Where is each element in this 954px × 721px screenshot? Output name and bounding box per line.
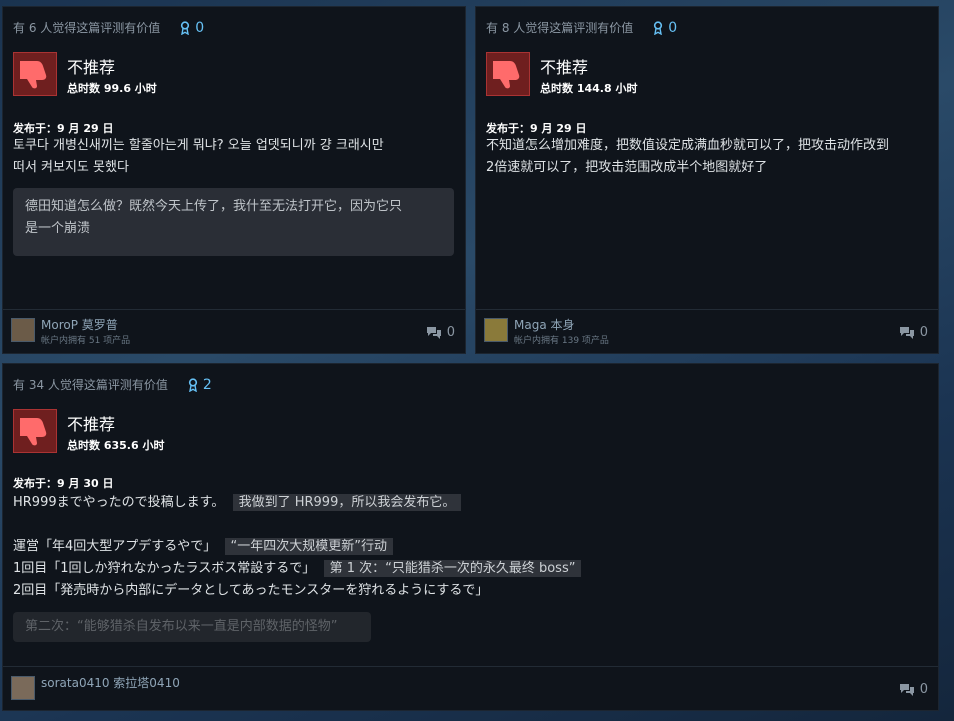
helpful-text: 有 34 人觉得这篇评测有价值 (13, 378, 168, 392)
original-text: 1回目「1回しか狩れなかったラスボス常設するで」 (13, 561, 316, 576)
review-body: 不知道怎么增加难度，把数值设定成满血秒就可以了，把攻击动作改到 2倍速就可以了，… (486, 135, 889, 179)
hours-played: 总时数 635.6 小时 (67, 439, 165, 452)
translation-box: 德田知道怎么做？既然今天上传了，我什至无法打开它，因为它只 是一个崩溃 (13, 188, 454, 256)
verdict[interactable]: 不推荐 总时数 144.8 小时 (486, 52, 637, 96)
comment-icon (899, 683, 914, 696)
comments-button[interactable]: 0 (899, 682, 928, 697)
body-line: 不知道怎么增加难度，把数值设定成满血秒就可以了，把攻击动作改到 (486, 138, 890, 153)
original-text: 運営「年4回大型アプデするやで」 (13, 539, 217, 554)
translation-text: “一年四次大规模更新”行动 (224, 538, 394, 555)
author-name[interactable]: Maga 本身 (514, 318, 609, 332)
divider (3, 309, 465, 310)
thumbs-down-icon (486, 52, 530, 96)
body-line: 토쿠다 개병신새끼는 할줄아는게 뭐냐? 오늘 업뎃되니까 걍 크래시만 (13, 138, 384, 153)
review-body: 토쿠다 개병신새끼는 할줄아는게 뭐냐? 오늘 업뎃되니까 걍 크래시만 떠서 … (13, 135, 384, 179)
verdict-title: 不推荐 (540, 58, 589, 77)
award-count: 0 (668, 19, 678, 36)
award-button[interactable]: 0 (653, 20, 677, 36)
author[interactable]: Maga 本身 帐户内拥有 139 项产品 (484, 318, 609, 348)
translation-text: 第二次：“能够猎杀自发布以来一直是内部数据的怪物” (25, 619, 338, 634)
avatar[interactable] (11, 318, 35, 342)
avatar[interactable] (11, 676, 35, 700)
translation-line: 德田知道怎么做？既然今天上传了，我什至无法打开它，因为它只 (25, 199, 403, 214)
divider (3, 666, 938, 667)
body-line: 떠서 켜보지도 못했다 (13, 160, 129, 175)
author[interactable]: sorata0410 索拉塔0410 (11, 676, 180, 700)
helpful-count: 有 8 人觉得这篇评测有价值 0 (486, 19, 677, 36)
award-count: 0 (195, 19, 205, 36)
original-text: HR999までやったので投稿します。 (13, 495, 225, 510)
body-line: 2回目「発売時から内部にデータとしてあったモンスターを狩れるようにするで」 (13, 580, 581, 602)
author-owns: 帐户内拥有 51 项产品 (41, 336, 131, 346)
comment-count: 0 (919, 682, 928, 697)
review-body: HR999までやったので投稿します。 我做到了 HR999，所以我会发布它。 運… (13, 492, 582, 602)
faded-translation: 第二次：“能够猎杀自发布以来一直是内部数据的怪物” (13, 612, 371, 642)
hours-played: 总时数 144.8 小时 (540, 82, 638, 95)
thumbs-down-icon (13, 409, 57, 453)
avatar[interactable] (484, 318, 508, 342)
author-name[interactable]: sorata0410 索拉塔0410 (41, 676, 180, 690)
award-button[interactable]: 0 (180, 20, 204, 36)
body-line: HR999までやったので投稿します。 我做到了 HR999，所以我会发布它。 (13, 492, 581, 514)
posted-date: 发布于：9 月 29 日 (486, 122, 587, 135)
award-button[interactable]: 2 (188, 377, 212, 393)
comments-button[interactable]: 0 (426, 325, 455, 340)
verdict-title: 不推荐 (67, 58, 116, 77)
comment-count: 0 (446, 325, 455, 340)
award-icon (181, 20, 190, 35)
divider (476, 309, 938, 310)
body-line: 運営「年4回大型アプデするやで」 “一年四次大规模更新”行动 (13, 536, 581, 558)
review-card-2: 有 8 人觉得这篇评测有价值 0 不推荐 总时数 144.8 小时 发布于：9 … (475, 6, 939, 354)
verdict[interactable]: 不推荐 总时数 99.6 小时 (13, 52, 157, 96)
award-icon (654, 20, 663, 35)
body-line: 1回目「1回しか狩れなかったラスボス常設するで」 第 1 次：“只能猎杀一次的永… (13, 558, 582, 580)
review-card-1: 有 6 人觉得这篇评测有价值 0 不推荐 总时数 99.6 小时 发布于：9 月… (2, 6, 466, 354)
posted-date: 发布于：9 月 30 日 (13, 477, 114, 490)
verdict[interactable]: 不推荐 总时数 635.6 小时 (13, 409, 164, 453)
award-icon (188, 377, 198, 392)
body-line: 2倍速就可以了，把攻击范围改成半个地图就好了 (486, 160, 768, 175)
verdict-title: 不推荐 (67, 415, 116, 434)
comment-count: 0 (919, 325, 928, 340)
translation-line: 是一个崩溃 (25, 221, 91, 236)
translation-text: 我做到了 HR999，所以我会发布它。 (232, 494, 462, 511)
thumbs-down-icon (13, 52, 57, 96)
comments-button[interactable]: 0 (899, 325, 928, 340)
award-count: 2 (202, 376, 212, 393)
author-owns: 帐户内拥有 139 项产品 (514, 336, 609, 346)
helpful-count: 有 34 人觉得这篇评测有价值 2 (13, 376, 212, 393)
comment-icon (899, 326, 914, 339)
helpful-text: 有 6 人觉得这篇评测有价值 (13, 21, 161, 35)
helpful-count: 有 6 人觉得这篇评测有价值 0 (13, 19, 204, 36)
translation-text: 第 1 次：“只能猎杀一次的永久最终 boss” (323, 560, 582, 577)
comment-icon (426, 326, 441, 339)
review-card-3: 有 34 人觉得这篇评测有价值 2 不推荐 总时数 635.6 小时 发布于：9… (2, 363, 939, 711)
helpful-text: 有 8 人觉得这篇评测有价值 (486, 21, 634, 35)
author-name[interactable]: MoroP 莫罗普 (41, 318, 130, 332)
posted-date: 发布于：9 月 29 日 (13, 122, 114, 135)
original-text: 2回目「発売時から内部にデータとしてあったモンスターを狩れるようにするで」 (13, 583, 489, 598)
hours-played: 总时数 99.6 小时 (67, 82, 157, 95)
author[interactable]: MoroP 莫罗普 帐户内拥有 51 项产品 (11, 318, 130, 348)
